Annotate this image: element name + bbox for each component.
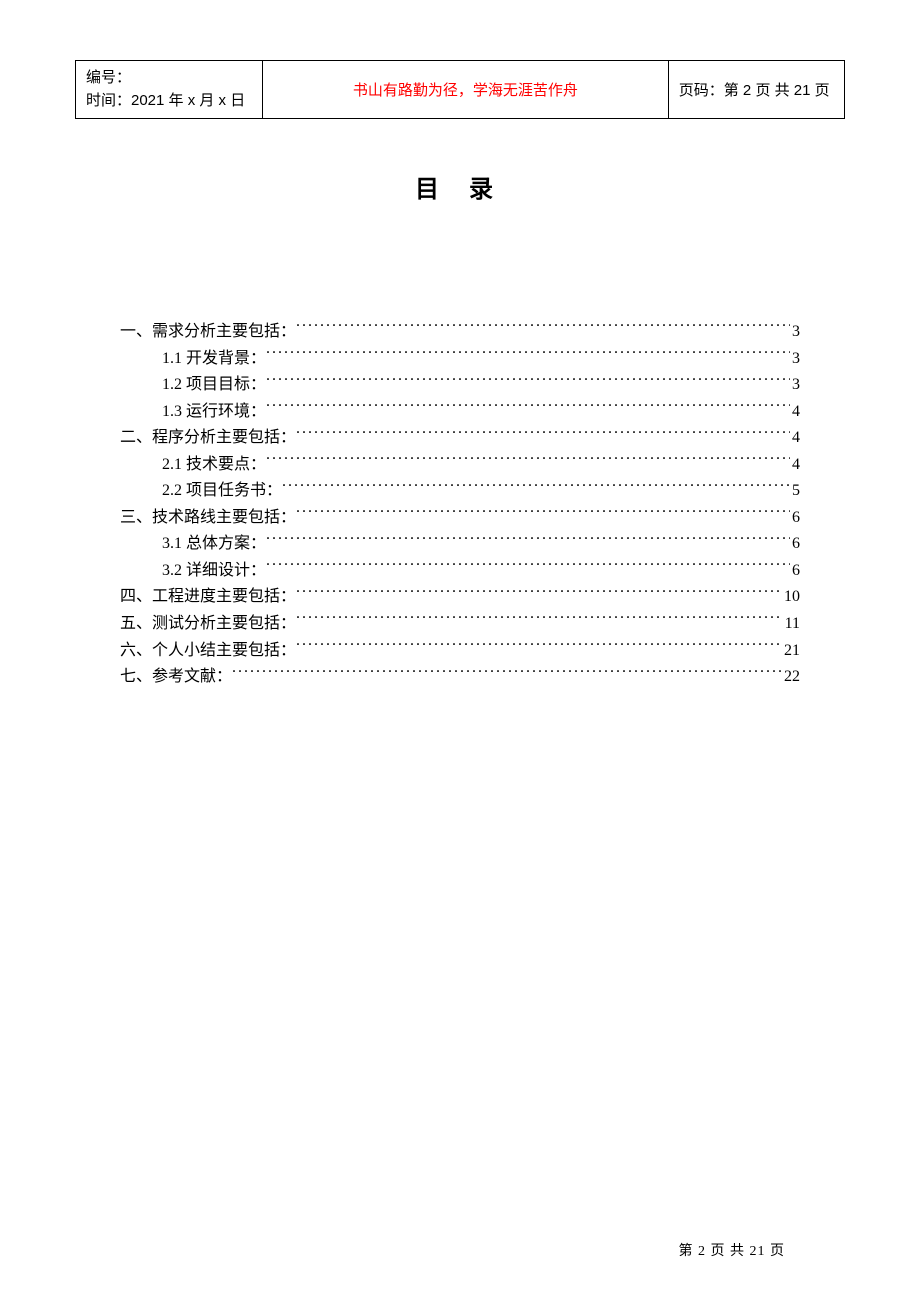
toc-entry-label: 1.3 运行环境：	[162, 399, 266, 426]
toc-entry: 2.1 技术要点： 4	[120, 452, 800, 479]
toc-leader-dots	[282, 479, 790, 495]
toc-entry: 二、程序分析主要包括： 4	[120, 425, 800, 452]
toc-entry: 七、参考文献： 22	[120, 664, 800, 691]
toc-entry: 三、技术路线主要包括： 6	[120, 505, 800, 532]
toc-entry: 2.2 项目任务书： 5	[120, 478, 800, 505]
toc-entry: 六、个人小结主要包括： 21	[120, 638, 800, 665]
toc-leader-dots	[296, 320, 790, 336]
header-table: 编号： 时间：2021 年 x 月 x 日 书山有路勤为径，学海无涯苦作舟 页码…	[75, 60, 845, 119]
toc-entry-page: 6	[790, 505, 800, 532]
toc-container: 一、需求分析主要包括：31.1 开发背景：31.2 项目目标：31.3 运行环境…	[120, 319, 800, 691]
toc-entry-label: 3.1 总体方案：	[162, 531, 266, 558]
toc-entry-label: 四、工程进度主要包括：	[120, 584, 296, 611]
toc-entry-page: 6	[790, 531, 800, 558]
toc-leader-dots	[266, 453, 790, 469]
toc-entry-page: 4	[790, 399, 800, 426]
doc-id-label: 编号：	[86, 67, 252, 90]
toc-entry-label: 六、个人小结主要包括：	[120, 638, 296, 665]
toc-leader-dots	[266, 400, 790, 416]
toc-entry-page: 4	[790, 452, 800, 479]
toc-leader-dots	[296, 506, 790, 522]
toc-leader-dots	[296, 426, 790, 442]
document-page: 编号： 时间：2021 年 x 月 x 日 书山有路勤为径，学海无涯苦作舟 页码…	[0, 0, 920, 1302]
toc-entry-label: 1.1 开发背景：	[162, 346, 266, 373]
toc-entry-label: 3.2 详细设计：	[162, 558, 266, 585]
toc-entry-label: 一、需求分析主要包括：	[120, 319, 296, 346]
toc-entry-label: 2.1 技术要点：	[162, 452, 266, 479]
toc-leader-dots	[266, 373, 790, 389]
toc-entry: 1.3 运行环境： 4	[120, 399, 800, 426]
toc-leader-dots	[266, 559, 790, 575]
toc-entry-label: 2.2 项目任务书：	[162, 478, 282, 505]
header-left-cell: 编号： 时间：2021 年 x 月 x 日	[76, 61, 263, 119]
toc-leader-dots	[296, 585, 782, 601]
doc-date-label: 时间：2021 年 x 月 x 日	[86, 90, 252, 113]
toc-entry-page: 22	[782, 664, 800, 691]
toc-entry-page: 3	[790, 346, 800, 373]
toc-title: 目 录	[0, 169, 920, 204]
toc-entry-label: 三、技术路线主要包括：	[120, 505, 296, 532]
toc-entry-page: 6	[790, 558, 800, 585]
toc-entry: 一、需求分析主要包括： 3	[120, 319, 800, 346]
toc-entry-page: 11	[783, 611, 800, 638]
toc-entry-label: 二、程序分析主要包括：	[120, 425, 296, 452]
toc-entry-page: 10	[782, 584, 800, 611]
toc-leader-dots	[232, 665, 782, 681]
header-page-label: 页码：第 2 页 共 21 页	[668, 61, 844, 119]
toc-entry-label: 七、参考文献：	[120, 664, 232, 691]
toc-entry-page: 4	[790, 425, 800, 452]
toc-entry-page: 21	[782, 638, 800, 665]
toc-entry: 3.1 总体方案： 6	[120, 531, 800, 558]
toc-entry-label: 1.2 项目目标：	[162, 372, 266, 399]
toc-leader-dots	[296, 612, 783, 628]
toc-entry-label: 五、测试分析主要包括：	[120, 611, 296, 638]
toc-leader-dots	[296, 639, 782, 655]
toc-leader-dots	[266, 532, 790, 548]
toc-entry: 3.2 详细设计： 6	[120, 558, 800, 585]
page-footer: 第 2 页 共 21 页	[679, 1240, 786, 1260]
toc-entry: 五、测试分析主要包括： 11	[120, 611, 800, 638]
toc-entry-page: 5	[790, 478, 800, 505]
toc-leader-dots	[266, 347, 790, 363]
toc-entry: 1.2 项目目标： 3	[120, 372, 800, 399]
toc-entry-page: 3	[790, 372, 800, 399]
toc-entry: 1.1 开发背景： 3	[120, 346, 800, 373]
toc-entry: 四、工程进度主要包括： 10	[120, 584, 800, 611]
header-motto: 书山有路勤为径，学海无涯苦作舟	[262, 61, 668, 119]
toc-entry-page: 3	[790, 319, 800, 346]
